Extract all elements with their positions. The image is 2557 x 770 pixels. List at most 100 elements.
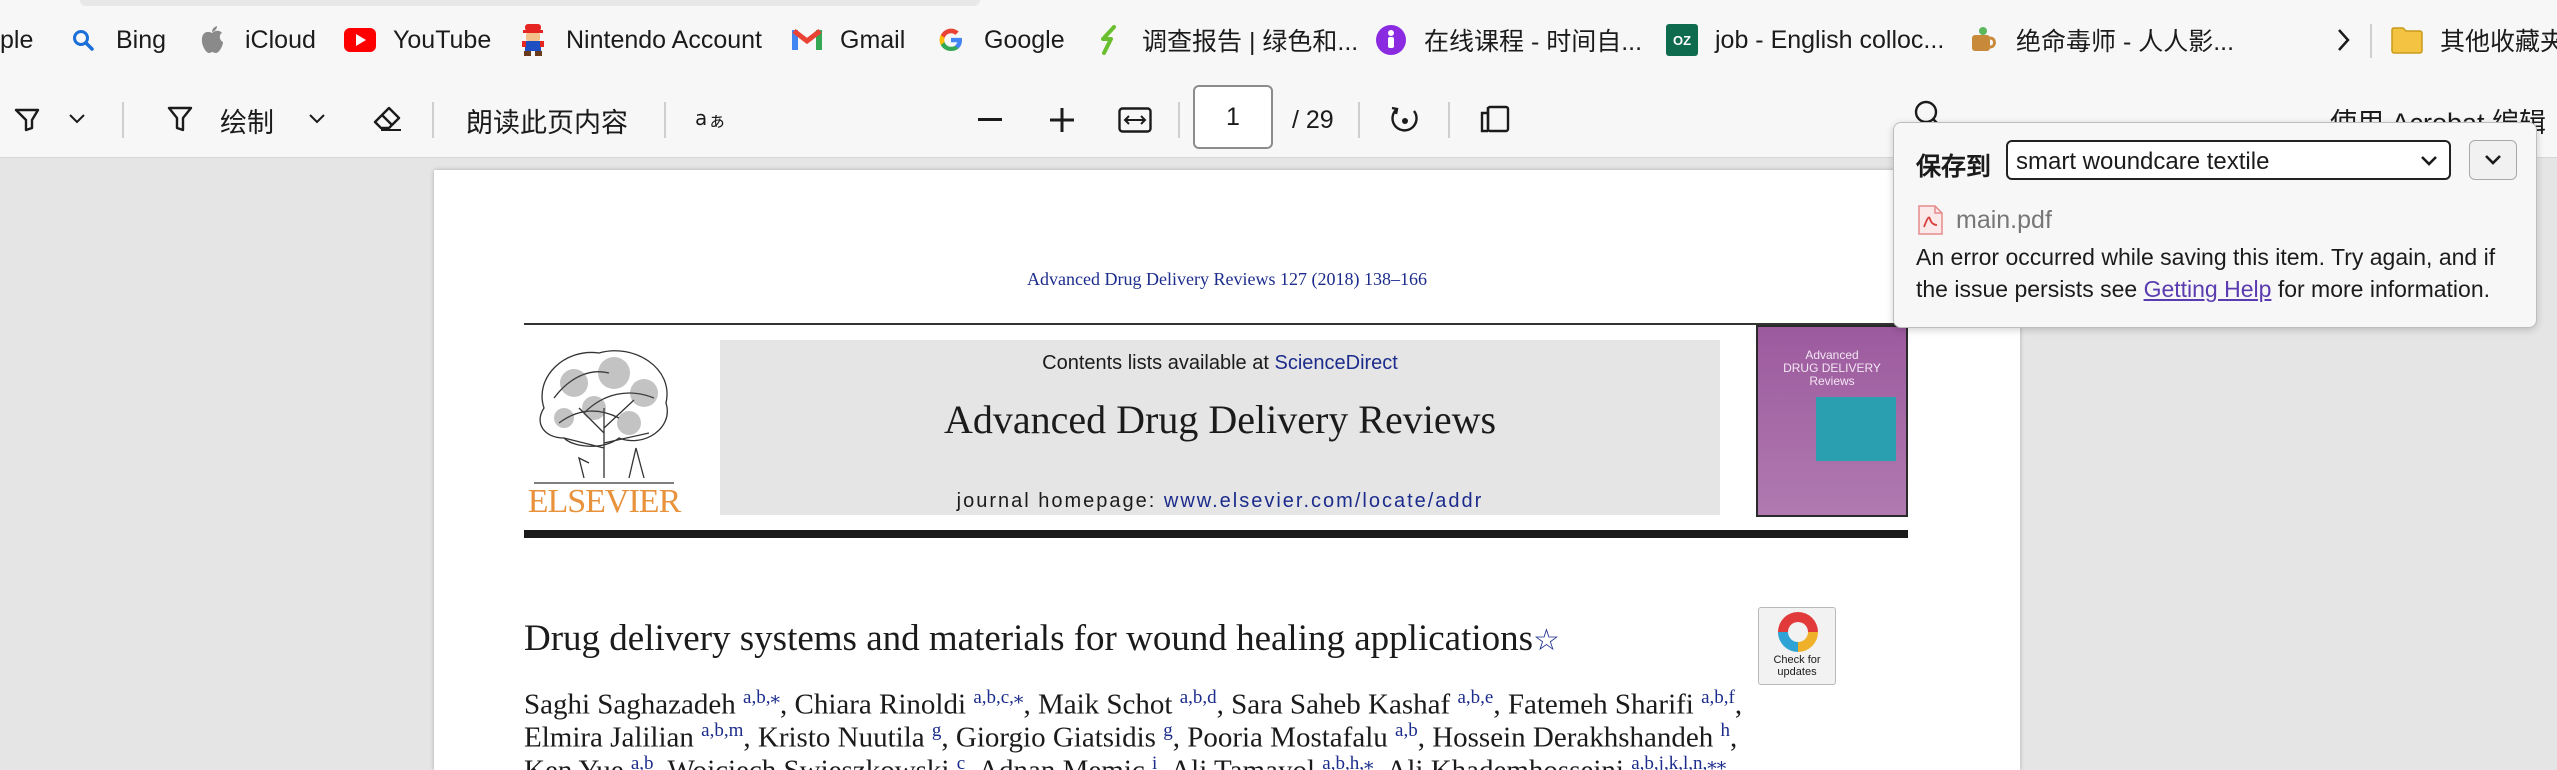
fit-width-icon[interactable] — [1114, 100, 1156, 140]
article-title: Drug delivery systems and materials for … — [524, 617, 1560, 660]
svg-text:ぁ: ぁ — [708, 111, 726, 132]
author-name: , Kristo Nuutila — [743, 721, 932, 754]
bookmark-label: job - English colloc... — [1715, 25, 1945, 54]
sciencedirect-link[interactable]: ScienceDirect — [1274, 352, 1397, 374]
collection-select[interactable]: smart woundcare textile — [2006, 140, 2451, 180]
author-name: , Hossein Derakhshandeh — [1417, 721, 1721, 754]
page-view-icon[interactable] — [1474, 98, 1516, 140]
saved-item-row: main.pdf — [1916, 205, 2052, 235]
bookmark-greenpeace[interactable]: 调查报告 | 绿色和... — [1092, 20, 1358, 60]
article-title-text: Drug delivery systems and materials for … — [524, 618, 1534, 659]
error-text-suffix: for more information. — [2277, 276, 2491, 302]
author-affiliation[interactable]: a,b,⁎ — [743, 687, 780, 708]
toolbar-separator — [664, 102, 666, 138]
gmail-icon — [790, 23, 824, 57]
svg-text:a: a — [695, 106, 707, 130]
mario-icon — [516, 23, 550, 57]
author-affiliation[interactable]: a,b,c,⁎ — [973, 687, 1023, 708]
bookmark-bing[interactable]: Bing — [66, 20, 166, 60]
bookmarks-overflow-button[interactable] — [2326, 20, 2376, 60]
bookmark-icloud[interactable]: iCloud — [195, 20, 316, 60]
tab-strip-edge — [80, 0, 980, 6]
bookmark-youtube[interactable]: YouTube — [343, 20, 491, 60]
greenpeace-icon — [1092, 23, 1126, 57]
page-total-label: / 29 — [1292, 105, 1334, 134]
saved-item-name: main.pdf — [1956, 205, 2052, 234]
bookmarks-bar: ple Bing iCloud YouTube Nintendo Account… — [0, 0, 2557, 82]
highlight-options-chevron-down-icon[interactable] — [64, 106, 90, 132]
check-for-updates-badge[interactable]: Check for updates — [1758, 607, 1836, 685]
page-total: / 29 — [1292, 100, 1334, 140]
zoom-out-icon[interactable] — [970, 100, 1010, 140]
check-updates-label: Check for updates — [1773, 654, 1821, 678]
page-number-input[interactable] — [1193, 85, 1273, 149]
translate-icon[interactable]: aぁ — [690, 98, 730, 138]
chevron-down-icon — [2485, 155, 2501, 165]
author-affiliation[interactable]: g — [932, 720, 942, 741]
bookmark-google[interactable]: Google — [934, 20, 1065, 60]
zoom-in-icon[interactable] — [1042, 100, 1082, 140]
journal-citation[interactable]: Advanced Drug Delivery Reviews 127 (2018… — [434, 269, 2020, 290]
author-affiliation[interactable]: a,b — [631, 753, 654, 770]
rotate-icon[interactable] — [1384, 98, 1426, 140]
bookmark-breaking-bad[interactable]: 绝命毒师 - 人人影... — [1966, 20, 2234, 60]
author-name: , Chiara Rinoldi — [779, 688, 974, 721]
save-to-label: 保存到 — [1916, 153, 1992, 181]
toolbar-separator — [1178, 102, 1180, 138]
author-affiliation[interactable]: h — [1721, 720, 1731, 741]
bookmark-apple[interactable]: ple — [0, 20, 33, 60]
author-name: Elmira Jalilian — [524, 721, 702, 754]
bookmark-online-course[interactable]: 在线课程 - 时间自... — [1374, 20, 1642, 60]
homepage-prefix: journal homepage: — [956, 490, 1157, 512]
bookmarks-separator — [2370, 24, 2372, 58]
save-error-message: An error occurred while saving this item… — [1916, 241, 2526, 305]
bookmark-label: Bing — [116, 25, 167, 54]
oz-icon: OZ — [1665, 23, 1699, 57]
bookmark-ozdic[interactable]: OZ job - English colloc... — [1665, 20, 1944, 60]
journal-title: Advanced Drug Delivery Reviews — [943, 397, 1497, 442]
youtube-icon — [343, 23, 377, 57]
authors-line-1: Saghi Saghazadeh a,b,⁎, Chiara Rinoldi a… — [524, 686, 1742, 722]
author-affiliation[interactable]: a,b — [1395, 720, 1418, 741]
google-icon — [934, 23, 968, 57]
author-affiliation[interactable]: a,b,h,⁎ — [1322, 753, 1373, 770]
read-aloud-label: 朗读此页内容 — [466, 107, 628, 138]
draw-options-chevron-down-icon[interactable] — [304, 106, 330, 132]
bookmark-nintendo[interactable]: Nintendo Account — [516, 20, 762, 60]
author-affiliation[interactable]: c — [957, 753, 965, 770]
author-name: Ken Yue — [524, 755, 631, 770]
read-aloud-button[interactable]: 朗读此页内容 — [466, 100, 628, 140]
bookmark-label: iCloud — [245, 25, 316, 54]
cover-illustration — [1816, 397, 1896, 461]
title-footnote-star-icon[interactable]: ☆ — [1533, 624, 1560, 657]
eraser-icon[interactable] — [368, 98, 408, 138]
author-affiliation[interactable]: a,b,d — [1180, 687, 1217, 708]
author-affiliation[interactable]: a,b,e — [1457, 687, 1493, 708]
bookmark-label: 绝命毒师 - 人人影... — [2016, 28, 2235, 56]
author-affiliation[interactable]: a,b,f — [1701, 687, 1735, 708]
bookmark-other-favorites[interactable]: 其他收藏夹 — [2390, 20, 2557, 60]
author-affiliation[interactable]: a,b,m — [701, 720, 743, 741]
header-rule — [524, 323, 1908, 325]
bookmark-label: Google — [984, 25, 1065, 54]
author-affiliation[interactable]: a,b,j,k,l,n,⁎⁎ — [1631, 753, 1726, 770]
expand-collections-button[interactable] — [2469, 140, 2517, 180]
draw-label: 绘制 — [220, 107, 274, 138]
author-affiliation[interactable]: g — [1163, 720, 1173, 741]
cup-icon — [1966, 23, 2000, 57]
homepage-link[interactable]: www.elsevier.com/locate/addr — [1164, 490, 1483, 512]
chevron-right-icon — [2326, 23, 2360, 57]
draw-button[interactable]: 绘制 — [220, 100, 274, 140]
bookmark-gmail[interactable]: Gmail — [790, 20, 905, 60]
highlight-icon[interactable] — [8, 98, 48, 138]
pdf-page: Advanced Drug Delivery Reviews 127 (2018… — [434, 170, 2020, 770]
bookmark-label: Nintendo Account — [566, 25, 762, 54]
getting-help-link[interactable]: Getting Help — [2144, 276, 2272, 302]
author-name: , Giorgio Giatsidis — [941, 721, 1164, 754]
author-name: , Pooria Mostafalu — [1172, 721, 1396, 754]
collection-value: smart woundcare textile — [2016, 148, 2270, 175]
header-thick-rule — [524, 530, 1908, 538]
apple-icon — [195, 23, 229, 57]
draw-pen-icon[interactable] — [160, 98, 200, 138]
toolbar-separator — [1358, 102, 1360, 138]
